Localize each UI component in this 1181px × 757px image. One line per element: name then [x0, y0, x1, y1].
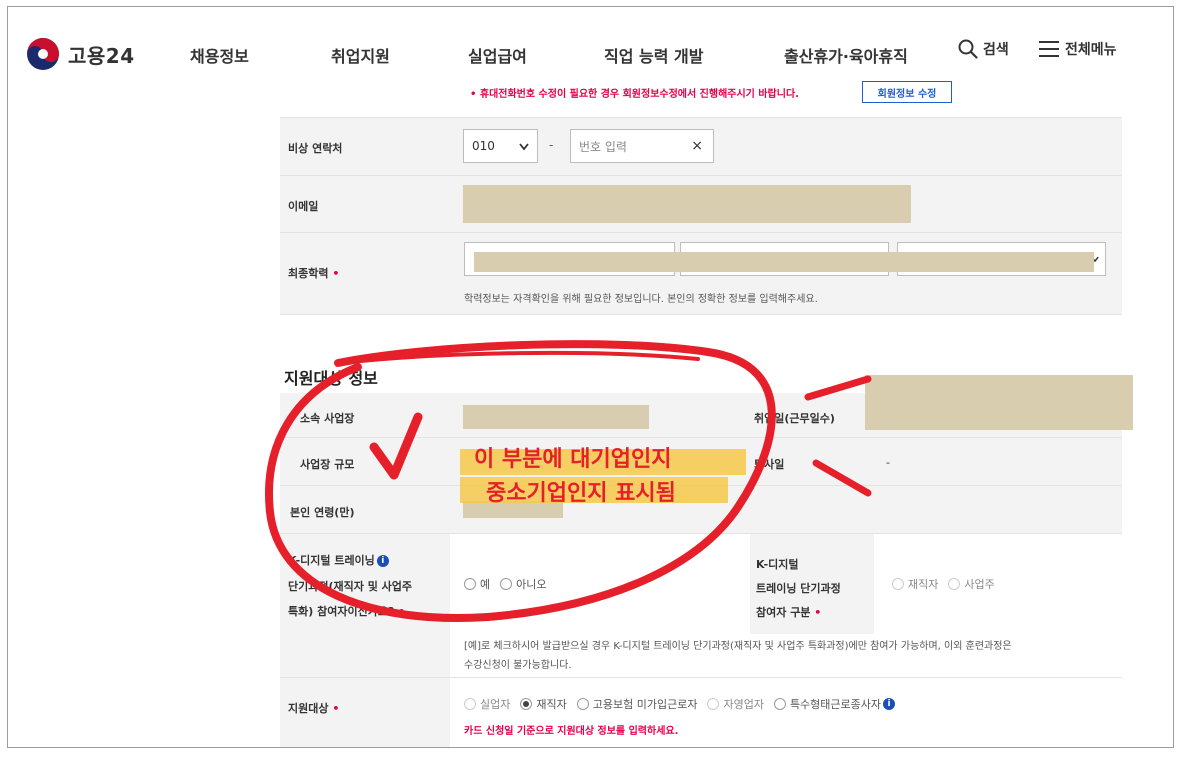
- page-frame: 고용24 채용정보 취업지원 실업급여 직업 능력 개발 출산휴가·육아휴직 검…: [7, 6, 1174, 748]
- annotation-text-line1: 이 부분에 대기업인지: [474, 447, 672, 472]
- arrow-line-lower: [812, 459, 872, 497]
- annotation-overlay: [265, 340, 872, 622]
- checkmark-icon: [369, 412, 423, 480]
- arrow-line-upper: [804, 375, 872, 401]
- annotation-text-line2: 중소기업인지 표시됨: [486, 481, 676, 506]
